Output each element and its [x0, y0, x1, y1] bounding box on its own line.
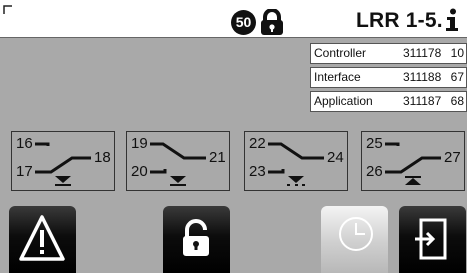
version-name: Controller: [314, 46, 367, 60]
version-name: Application: [314, 94, 373, 108]
device-title: LRR 1-5.: [356, 9, 443, 32]
warning-icon: [19, 215, 65, 261]
version-row-controller: Controller 311178 10: [310, 43, 467, 64]
relay-switch-icon: [268, 142, 324, 186]
version-name: Interface: [314, 70, 361, 84]
version-row-interface: Interface 311188 67: [310, 67, 467, 88]
corner-marker-icon: [3, 5, 12, 14]
clock-icon: [339, 217, 373, 251]
relay-contact-3[interactable]: 22 23 24: [244, 131, 348, 191]
relay-switch-icon: [385, 142, 441, 185]
version-row-application: Application 311187 68: [310, 91, 467, 112]
status-header: 50 LRR 1-5.: [0, 0, 467, 38]
exit-door-icon: [415, 218, 447, 260]
version-revision: 10: [450, 46, 464, 60]
lock-icon: [261, 9, 283, 35]
unlock-icon: [183, 219, 209, 256]
relay-contact-2[interactable]: 19 20 21: [126, 131, 230, 191]
relay-contact-4[interactable]: 25 26 27: [361, 131, 465, 191]
exit-button[interactable]: [399, 206, 466, 273]
version-revision: 68: [450, 94, 464, 108]
info-icon[interactable]: [443, 8, 461, 32]
relay-switch-icon: [150, 142, 206, 186]
version-number: 311178: [403, 46, 442, 60]
relay-contact-1[interactable]: 16 17 18: [11, 131, 115, 191]
version-number: 311187: [403, 94, 442, 108]
version-number: 311188: [403, 70, 442, 84]
unlock-button[interactable]: [163, 206, 230, 273]
clock-button[interactable]: [321, 206, 388, 273]
status-code-badge: 50: [231, 10, 256, 35]
version-revision: 67: [450, 70, 464, 84]
relay-switch-icon: [35, 142, 91, 186]
alarm-button[interactable]: [9, 206, 76, 273]
